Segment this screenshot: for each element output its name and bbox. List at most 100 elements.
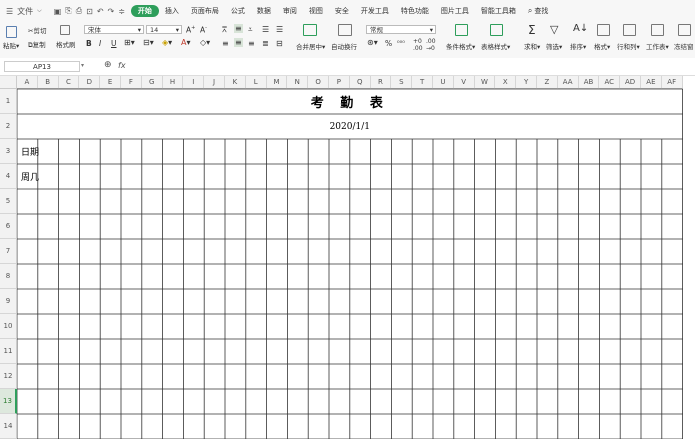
table-style-button[interactable]: 表格样式▾ xyxy=(481,41,510,51)
chevron-down-icon[interactable]: ▾ xyxy=(81,62,84,69)
copy-button[interactable]: ⧉复制 xyxy=(28,39,46,50)
row-header[interactable]: 9 xyxy=(0,289,17,314)
save-icon[interactable]: ▣ xyxy=(54,7,62,16)
justify-icon[interactable]: ≣ xyxy=(262,39,269,48)
tab-4[interactable]: 数据 xyxy=(251,6,277,16)
row-header[interactable]: 13 xyxy=(0,389,17,414)
row-header[interactable]: 12 xyxy=(0,364,17,389)
border-icon[interactable]: ⊞▾ xyxy=(124,38,135,47)
sort-icon[interactable]: A↓ xyxy=(573,23,588,34)
tab-7[interactable]: 安全 xyxy=(329,6,355,16)
underline-button[interactable]: U xyxy=(111,39,117,48)
tab-6[interactable]: 视图 xyxy=(303,6,329,16)
thousands-icon[interactable]: ⁰⁰⁰ xyxy=(397,39,405,47)
zoom-icon[interactable]: ⊕ xyxy=(104,60,112,70)
font-name-select[interactable]: 宋体 ▾ xyxy=(84,25,144,34)
align-bottom-icon[interactable]: ⩡ xyxy=(248,25,253,35)
fill-color-icon[interactable]: ◈▾ xyxy=(162,38,172,47)
align-right-icon[interactable]: ≡ xyxy=(248,39,255,48)
worksheet-button[interactable]: 工作表▾ xyxy=(646,41,669,51)
freeze-icon[interactable] xyxy=(678,24,691,38)
decrease-decimal-icon[interactable]: .00 →0 xyxy=(426,38,436,52)
format-icon[interactable] xyxy=(597,24,610,38)
row-header[interactable]: 7 xyxy=(0,239,17,264)
currency-icon[interactable]: ⊛▾ xyxy=(367,38,378,47)
paste-button[interactable]: 粘贴▾ xyxy=(3,40,19,50)
bold-button[interactable]: B xyxy=(86,39,92,48)
freeze-button[interactable]: 冻结窗 xyxy=(674,41,694,51)
font-size-select[interactable]: 14 ▾ xyxy=(146,25,182,34)
font-color-icon[interactable]: A▾ xyxy=(181,38,191,47)
align-top-icon[interactable]: ⩞ xyxy=(222,25,227,35)
tab-1[interactable]: 插入 xyxy=(159,6,185,16)
tab-11[interactable]: 智能工具箱 xyxy=(475,6,522,16)
open-icon[interactable]: ⎘ xyxy=(65,6,71,16)
align-center-icon[interactable]: ≡ xyxy=(234,38,243,47)
name-box[interactable]: AP13 xyxy=(4,61,80,72)
preview-icon[interactable]: ⊡ xyxy=(86,7,93,16)
format-painter-icon[interactable] xyxy=(60,25,70,37)
row-header[interactable]: 3 xyxy=(0,139,17,164)
font-shrink-button[interactable]: A- xyxy=(200,25,207,35)
merge-center-button[interactable]: 合并居中▾ xyxy=(296,41,325,51)
filter-button[interactable]: 筛选▾ xyxy=(546,41,562,51)
percent-button[interactable]: % xyxy=(385,39,392,48)
worksheet-icon[interactable] xyxy=(651,24,664,38)
label-weekday-cell[interactable]: 周几 xyxy=(21,164,59,189)
label-date-cell[interactable]: 日期 xyxy=(21,139,59,164)
file-menu[interactable]: ☰ 文件 ⌵ xyxy=(0,6,48,17)
tab-3[interactable]: 公式 xyxy=(225,6,251,16)
tab-5[interactable]: 审阅 xyxy=(277,6,303,16)
redo-icon[interactable]: ↷ xyxy=(108,7,115,16)
merge-center-icon[interactable] xyxy=(303,24,317,38)
tab-2[interactable]: 页面布局 xyxy=(185,6,225,16)
row-header[interactable]: 1 xyxy=(0,89,17,114)
outdent-icon[interactable]: ☰ xyxy=(276,25,283,34)
row-header[interactable]: 8 xyxy=(0,264,17,289)
row-header[interactable]: 5 xyxy=(0,189,17,214)
tab-0[interactable]: 开始 xyxy=(130,5,159,17)
paste-icon[interactable] xyxy=(6,26,17,40)
format-painter-button[interactable]: 格式刷 xyxy=(56,39,76,49)
cut-button[interactable]: ✂剪切 xyxy=(28,25,46,35)
indent-icon[interactable]: ☰ xyxy=(262,25,269,34)
print-icon[interactable]: ⎙ xyxy=(76,6,82,16)
italic-button[interactable]: I xyxy=(99,39,101,48)
row-header[interactable]: 4 xyxy=(0,164,17,189)
table-style-icon[interactable] xyxy=(490,24,503,38)
increase-decimal-icon[interactable]: +0.00 xyxy=(413,38,423,52)
align-left-icon[interactable]: ≡ xyxy=(222,39,229,48)
conditional-format-button[interactable]: 条件格式▾ xyxy=(446,41,475,51)
clear-icon[interactable]: ◇▾ xyxy=(200,38,210,47)
wrap-text-button[interactable]: 自动换行 xyxy=(331,41,357,51)
sum-button[interactable]: 求和▾ xyxy=(524,41,540,51)
formula-input[interactable] xyxy=(132,61,692,72)
number-format-select[interactable]: 常规 ▾ xyxy=(366,25,436,34)
row-header[interactable]: 10 xyxy=(0,314,17,339)
tab-9[interactable]: 特色功能 xyxy=(395,6,435,16)
filter-icon[interactable]: ▽ xyxy=(550,23,558,36)
row-header[interactable]: 2 xyxy=(0,114,17,139)
fx-icon[interactable]: fx xyxy=(118,61,126,70)
conditional-format-icon[interactable] xyxy=(455,24,468,38)
row-col-icon[interactable] xyxy=(623,24,636,38)
sum-icon[interactable]: Σ xyxy=(528,23,536,37)
row-col-button[interactable]: 行和列▾ xyxy=(617,41,640,51)
sheet-title-cell[interactable]: 考 勤 表 xyxy=(17,89,683,114)
row-header[interactable]: 11 xyxy=(0,339,17,364)
tab-10[interactable]: 图片工具 xyxy=(435,6,475,16)
search-button[interactable]: ⌕ 查找 xyxy=(522,6,554,16)
select-all-corner[interactable] xyxy=(0,76,17,89)
row-header[interactable]: 14 xyxy=(0,414,17,439)
font-grow-button[interactable]: A+ xyxy=(186,25,195,35)
distribute-icon[interactable]: ⊟ xyxy=(276,39,283,48)
date-cell[interactable]: 2020/1/1 xyxy=(17,114,683,139)
wrap-text-icon[interactable] xyxy=(338,24,352,38)
sort-button[interactable]: 排序▾ xyxy=(570,41,586,51)
customize-icon[interactable]: ≑ xyxy=(118,7,125,16)
undo-icon[interactable]: ↶ xyxy=(97,7,104,16)
format-button[interactable]: 格式▾ xyxy=(594,41,610,51)
cell-style-icon[interactable]: ⊟▾ xyxy=(143,38,154,47)
row-header[interactable]: 6 xyxy=(0,214,17,239)
tab-8[interactable]: 开发工具 xyxy=(355,6,395,16)
